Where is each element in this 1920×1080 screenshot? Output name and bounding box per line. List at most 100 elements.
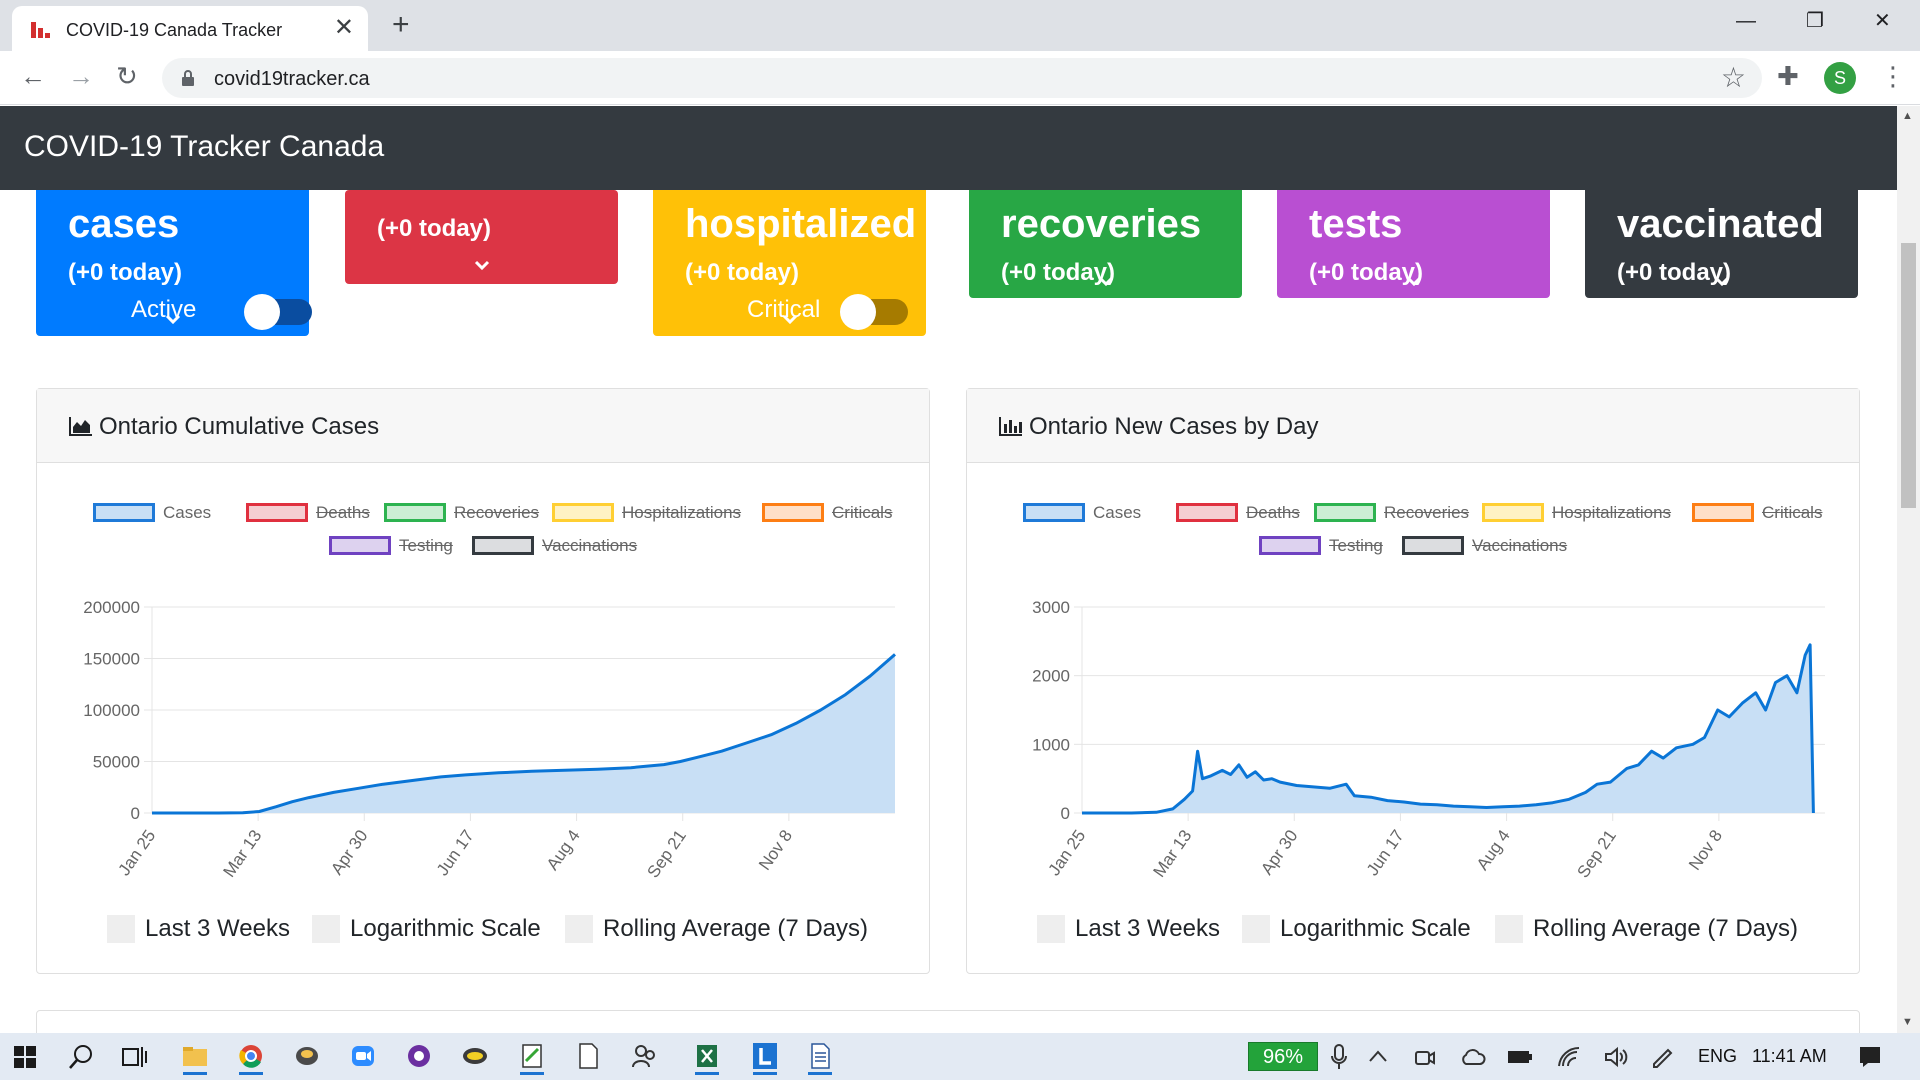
chart-canvas: 200000 150000 100000 50000 0 Jan 25 Mar 13 Apr …	[83, 598, 896, 881]
word-doc-icon[interactable]	[800, 1039, 840, 1075]
checkbox[interactable]	[107, 915, 135, 943]
windows-start-icon[interactable]	[14, 1046, 36, 1068]
tab-strip: COVID-19 Canada Tracker ✕ + — ❐ ✕	[0, 0, 1920, 51]
y-tick-label: 1000	[1032, 735, 1070, 754]
onedrive-cloud-icon[interactable]	[1460, 1048, 1486, 1066]
option-label: Last 3 Weeks	[1075, 915, 1220, 942]
toggle-knob	[244, 294, 280, 330]
pen-icon[interactable]	[1650, 1046, 1674, 1068]
checkbox[interactable]	[565, 915, 593, 943]
forward-button[interactable]: →	[68, 61, 94, 91]
volume-icon[interactable]	[1604, 1046, 1628, 1068]
people-app-icon[interactable]	[624, 1039, 664, 1075]
checkbox[interactable]	[1037, 915, 1065, 943]
stat-card-deaths[interactable]: (+0 today)	[345, 190, 618, 284]
chevron-down-icon[interactable]	[474, 260, 490, 270]
wifi-icon[interactable]	[1557, 1046, 1581, 1068]
y-tick-label: 3000	[1032, 598, 1070, 617]
checkbox[interactable]	[1242, 915, 1270, 943]
y-tick-label: 50000	[93, 753, 140, 772]
restore-button[interactable]: ❐	[1806, 8, 1824, 34]
stat-card-cases[interactable]: cases (+0 today) Active	[36, 166, 312, 336]
checkbox[interactable]	[1495, 915, 1523, 943]
microphone-icon[interactable]	[1330, 1044, 1348, 1070]
extensions-icon[interactable]: ✚	[1777, 61, 1799, 91]
scroll-up-arrow-icon[interactable]: ▲	[1902, 110, 1913, 122]
purple-app-icon[interactable]	[399, 1039, 439, 1075]
bookmark-star-icon[interactable]: ☆	[1721, 61, 1746, 94]
x-tick-label: Aug 4	[543, 826, 584, 873]
stat-today: (+0 today)	[377, 215, 492, 242]
chart-card-cumulative: Ontario Cumulative Cases Cases Deaths Reco…	[36, 388, 930, 974]
profile-avatar[interactable]: S	[1824, 62, 1856, 94]
stat-title: vaccinated	[1617, 202, 1824, 246]
y-tick-label: 0	[1061, 804, 1070, 823]
chevron-down-icon[interactable]	[1098, 276, 1114, 286]
chevron-down-icon[interactable]	[1714, 276, 1730, 286]
x-tick-label: Nov 8	[755, 826, 796, 873]
page-scrollbar[interactable]: ▲ ▼	[1897, 106, 1920, 1033]
back-button[interactable]: ←	[20, 61, 46, 91]
option-label: Logarithmic Scale	[350, 915, 541, 942]
chevron-down-icon[interactable]	[782, 314, 798, 324]
option-label: Rolling Average (7 Days)	[1533, 915, 1799, 942]
series-area-cases	[152, 654, 895, 813]
site-navbar: COVID-19 Tracker Canada	[0, 106, 1897, 190]
close-window-button[interactable]: ✕	[1874, 8, 1891, 34]
x-tick-label: Jun 17	[433, 826, 478, 879]
stat-title: recoveries	[1001, 202, 1202, 246]
app-icon[interactable]	[287, 1039, 327, 1075]
browser-menu-icon[interactable]: ⋮	[1880, 61, 1906, 91]
document-icon[interactable]	[568, 1039, 608, 1075]
x-tick-label: Mar 13	[1150, 826, 1196, 880]
x-tick-label: Mar 13	[220, 826, 266, 880]
language-indicator[interactable]: ENG	[1698, 1046, 1737, 1067]
search-icon[interactable]	[68, 1044, 94, 1070]
l-app-icon[interactable]	[745, 1039, 785, 1075]
x-tick-label: Jun 17	[1363, 826, 1408, 879]
x-tick-label: Jan 25	[1044, 826, 1089, 879]
x-tick-label: Nov 8	[1685, 826, 1726, 873]
active-toggle[interactable]	[244, 294, 312, 330]
url-text: covid19tracker.ca	[214, 68, 370, 90]
lock-icon	[182, 70, 194, 86]
zoom-app-icon[interactable]	[343, 1039, 383, 1075]
stat-card-hospitalized[interactable]: hospitalized (+0 today) Critical	[653, 166, 926, 336]
notepad-icon[interactable]	[512, 1039, 552, 1075]
minimize-button[interactable]: —	[1736, 8, 1756, 34]
checkbox[interactable]	[312, 915, 340, 943]
screen: { "browser": { "tab_title": "COVID-19 Ca…	[0, 0, 1920, 1080]
address-bar[interactable]: covid19tracker.ca ☆	[162, 58, 1762, 98]
browser-toolbar: ← → ↻ covid19tracker.ca ☆ ✚ S ⋮	[0, 51, 1920, 105]
option-label: Last 3 Weeks	[145, 915, 290, 942]
tab-title: COVID-19 Canada Tracker	[66, 20, 283, 40]
scrollbar-thumb[interactable]	[1901, 243, 1916, 508]
site-brand[interactable]: COVID-19 Tracker Canada	[24, 130, 384, 164]
new-tab-button[interactable]: +	[392, 10, 410, 40]
meet-now-icon[interactable]	[1414, 1046, 1436, 1068]
chevron-down-icon[interactable]	[165, 314, 181, 324]
file-explorer-icon[interactable]	[175, 1039, 215, 1075]
x-tick-label: Apr 30	[1257, 826, 1301, 878]
scroll-down-arrow-icon[interactable]: ▼	[1902, 1016, 1913, 1028]
stat-today: (+0 today)	[68, 259, 183, 286]
close-tab-icon[interactable]: ✕	[334, 15, 354, 41]
task-view-icon[interactable]	[122, 1045, 148, 1069]
bar-chart-favicon-icon	[31, 22, 50, 38]
app-icon-fm[interactable]	[455, 1039, 495, 1075]
battery-icon[interactable]	[1507, 1048, 1533, 1066]
chevron-down-icon[interactable]	[1406, 276, 1422, 286]
page-viewport: COVID-19 Tracker Canada cases (+0 today)…	[0, 106, 1897, 1033]
x-tick-label: Apr 30	[327, 826, 371, 878]
stat-title: hospitalized	[685, 202, 917, 246]
browser-tab[interactable]: COVID-19 Canada Tracker ✕	[12, 6, 368, 51]
zoom-level-indicator[interactable]: 96%	[1248, 1042, 1318, 1071]
critical-toggle[interactable]	[840, 294, 908, 330]
clock[interactable]: 11:41 AM	[1752, 1046, 1827, 1067]
reload-button[interactable]: ↻	[116, 61, 138, 91]
chevron-up-icon[interactable]	[1368, 1049, 1388, 1063]
notifications-icon[interactable]	[1858, 1045, 1882, 1069]
chrome-icon[interactable]	[231, 1039, 271, 1075]
excel-icon[interactable]	[687, 1039, 727, 1075]
y-tick-label: 2000	[1032, 667, 1070, 686]
